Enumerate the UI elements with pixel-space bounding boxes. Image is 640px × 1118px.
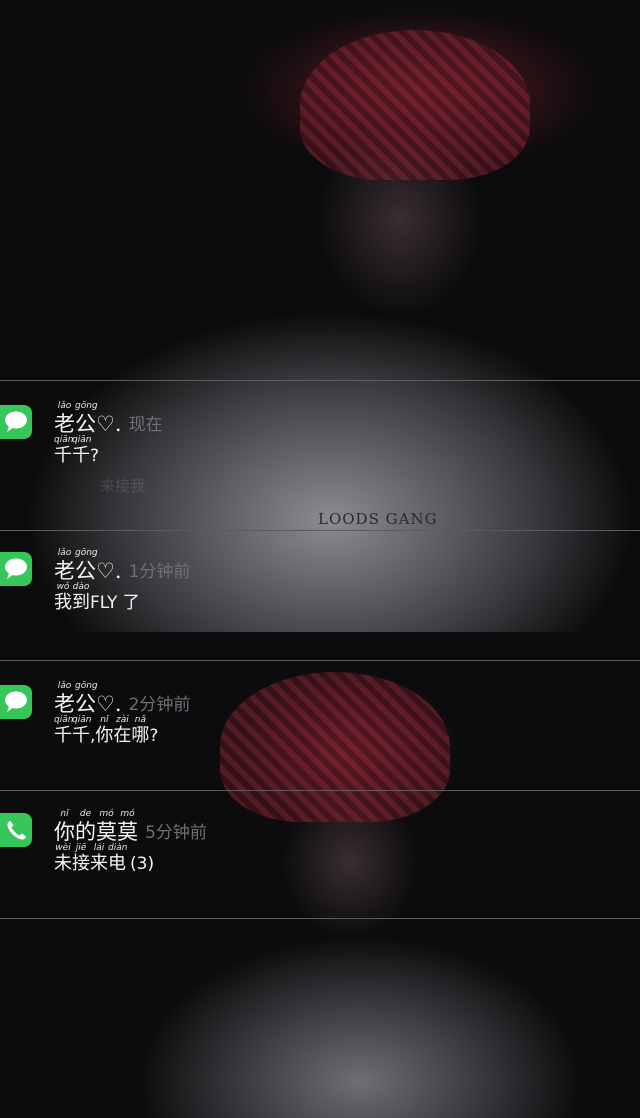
body-char: nǐ 你: [95, 715, 114, 746]
background-photo-bottom: [120, 662, 640, 1118]
timestamp: 现在: [128, 415, 163, 435]
body-char: qiān 千: [72, 715, 92, 746]
sender-char: lǎo 老: [54, 401, 75, 436]
messages-app-icon: [0, 685, 32, 719]
sender-char: lǎo 老: [54, 548, 75, 583]
notification-title: lǎo 老 gōng 公 ♡. 2分钟前: [54, 681, 190, 717]
phone-app-icon: [0, 813, 32, 847]
messages-app-icon: [0, 405, 32, 439]
body-char: qiān 千: [54, 715, 74, 746]
body-char: wǒ 我: [54, 582, 72, 613]
body-char: lái 来: [90, 843, 108, 874]
body-char: nǎ 哪: [131, 715, 150, 746]
bucket-hat: [300, 30, 530, 180]
sender-char: lǎo 老: [54, 681, 75, 716]
speech-bubble-icon: [5, 691, 27, 712]
notification-body: qiān 千 qiān 千, nǐ 你 zài 在 nǎ 哪?: [54, 715, 158, 747]
sender-char: mó 莫: [96, 809, 117, 844]
bucket-hat: [220, 672, 450, 822]
notification-title: nǐ 你 de 的 mó 莫 mó 莫 5分钟前: [54, 809, 207, 845]
divider: [0, 380, 640, 381]
body-char: wèi 未: [54, 843, 72, 874]
body-char: qiān 千: [54, 435, 74, 466]
timestamp: 1分钟前: [128, 562, 191, 582]
speech-bubble-icon: [5, 558, 27, 579]
divider: [0, 660, 640, 661]
divider: [0, 530, 640, 531]
sender-char: mó 莫: [117, 809, 138, 844]
speech-bubble-icon: [5, 411, 27, 432]
notification-title: lǎo 老 gōng 公 ♡. 现在: [54, 401, 163, 437]
shirt-print: LOODS GANG: [318, 510, 438, 528]
body-suffix: ?: [90, 446, 100, 466]
notification-body: wǒ 我 dào 到 FLY 了: [54, 582, 140, 614]
divider: [0, 918, 640, 919]
body-suffix: ?: [149, 726, 159, 746]
body-char: diàn 电: [108, 843, 128, 874]
missed-call-count: (3): [130, 854, 155, 874]
divider: [0, 790, 640, 791]
timestamp: 5分钟前: [145, 823, 207, 843]
sender-char: de 的: [75, 809, 96, 844]
background-photo-top: LOODS GANG: [0, 0, 640, 632]
phone-handset-icon: [7, 821, 27, 840]
sender-char: gōng 公: [75, 548, 98, 583]
sender-char: nǐ 你: [54, 809, 75, 844]
body-char: jiē 接: [72, 843, 90, 874]
body-char: zài 在: [113, 715, 132, 746]
timestamp: 2分钟前: [128, 695, 191, 715]
body-char: qiān 千: [72, 435, 92, 466]
sender-suffix: ♡.: [96, 559, 122, 583]
body-char: dào 到: [72, 582, 90, 613]
sender-char: gōng 公: [75, 681, 98, 716]
faded-preview-text: 来接我: [100, 477, 146, 495]
messages-app-icon: [0, 552, 32, 586]
notification-title: lǎo 老 gōng 公 ♡. 1分钟前: [54, 548, 190, 584]
sender-suffix: ♡.: [96, 692, 122, 716]
sender-suffix: ♡.: [96, 412, 122, 436]
notification-body: qiān 千 qiān 千?: [54, 435, 99, 467]
body-suffix: FLY 了: [90, 593, 140, 613]
sender-char: gōng 公: [75, 401, 98, 436]
notification-body: wèi 未 jiē 接 lái 来 diàn 电 (3): [54, 843, 154, 875]
